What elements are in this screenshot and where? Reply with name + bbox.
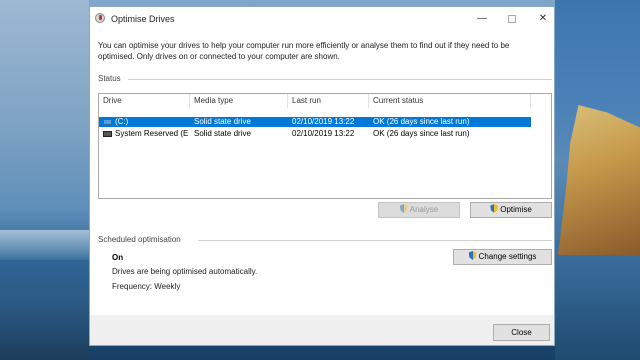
maximize-button[interactable]: [504, 12, 520, 26]
change-settings-button[interactable]: Change settings: [453, 249, 552, 265]
scheduled-section-label: Scheduled optimisation: [98, 235, 181, 244]
column-header-media-type[interactable]: Media type: [190, 94, 288, 108]
drive-last-run: 02/10/2019 13:22: [292, 117, 355, 126]
drive-icon: [103, 131, 112, 137]
column-header-drive[interactable]: Drive: [99, 94, 190, 108]
description-text: You can optimise your drives to help you…: [98, 41, 510, 61]
column-header-current-status[interactable]: Current status: [369, 94, 531, 108]
optimise-button-label: Optimise: [500, 205, 532, 214]
drive-name: System Reserved (E:): [115, 129, 189, 138]
list-header: Drive Media type Last run Current status: [99, 94, 531, 108]
window-title: Optimise Drives: [111, 14, 175, 24]
drive-media-type: Solid state drive: [194, 129, 251, 138]
close-window-button[interactable]: ✕: [535, 12, 551, 26]
drive-name: (C:): [115, 117, 129, 126]
uac-shield-icon: [490, 204, 499, 213]
drive-current-status: OK (26 days since last run): [373, 117, 470, 126]
uac-shield-icon: [468, 251, 477, 260]
schedule-description: Drives are being optimised automatically…: [112, 267, 258, 276]
ssd-drive-icon: [103, 119, 112, 125]
drive-media-type: Solid state drive: [194, 117, 251, 126]
minimize-button[interactable]: —: [474, 12, 490, 26]
defrag-app-icon: [95, 13, 105, 23]
wallpaper-horizon: [0, 230, 89, 260]
optimise-button[interactable]: Optimise: [470, 202, 552, 218]
uac-shield-icon: [399, 204, 408, 213]
desktop-wallpaper-left: [0, 0, 89, 360]
maximize-icon: [508, 15, 516, 23]
close-button[interactable]: Close: [493, 324, 550, 341]
drive-last-run: 02/10/2019 13:22: [292, 129, 355, 138]
change-settings-label: Change settings: [478, 252, 537, 261]
status-section-label: Status: [98, 74, 121, 83]
drive-row[interactable]: (C:) Solid state drive 02/10/2019 13:22 …: [99, 117, 531, 127]
title-bar[interactable]: Optimise Drives — ✕: [90, 7, 554, 31]
schedule-frequency: Frequency: Weekly: [112, 282, 181, 291]
status-divider: [128, 79, 552, 80]
drive-row[interactable]: System Reserved (E:) Solid state drive 0…: [99, 129, 531, 139]
scheduled-divider: [198, 240, 552, 241]
column-header-last-run[interactable]: Last run: [288, 94, 369, 108]
schedule-status: On: [112, 253, 124, 262]
dialog-footer: Close: [90, 315, 554, 345]
analyse-button-label: Analyse: [409, 205, 439, 214]
drive-current-status: OK (26 days since last run): [373, 129, 470, 138]
optimise-drives-window: Optimise Drives — ✕ You can optimise you…: [89, 6, 555, 346]
analyse-button[interactable]: Analyse: [378, 202, 460, 218]
list-header-filler: [531, 94, 551, 108]
drives-list[interactable]: Drive Media type Last run Current status…: [98, 93, 552, 199]
